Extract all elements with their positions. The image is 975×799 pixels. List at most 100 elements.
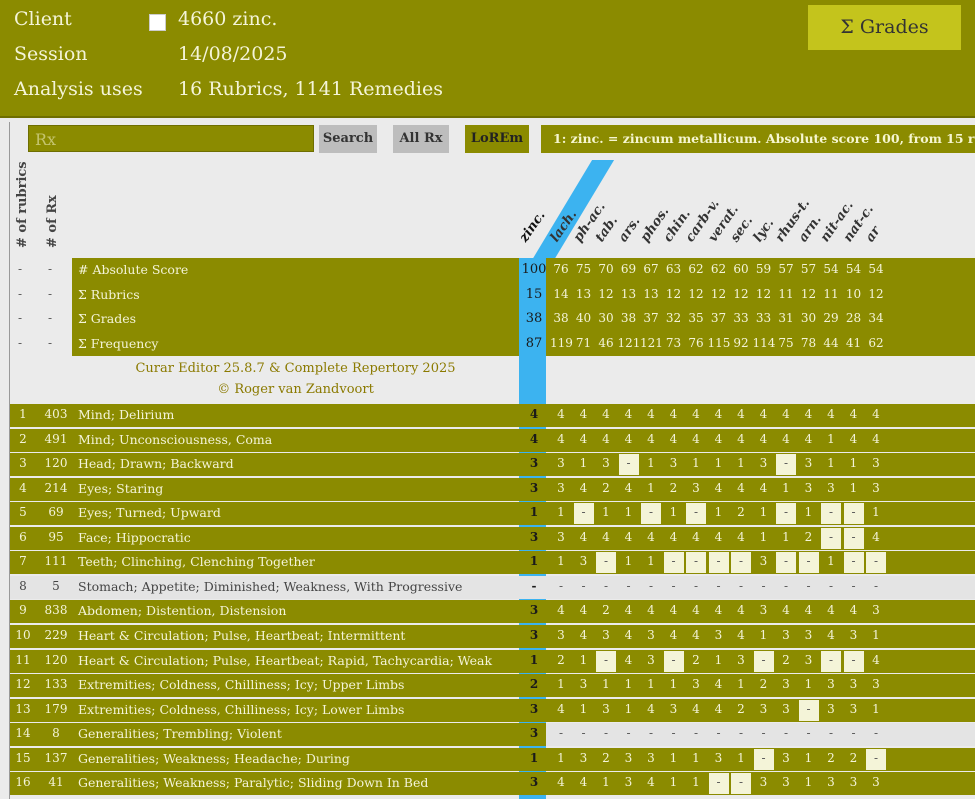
grade-cell: - (716, 775, 721, 790)
row-number: 5 (19, 505, 27, 520)
row-rx-count: 8 (52, 726, 60, 741)
rubric-label[interactable]: Eyes; Turned; Upward (78, 505, 518, 520)
grade-cell: 1 (692, 456, 700, 471)
grade-cell: 4 (872, 431, 880, 446)
summary-value: 62 (688, 262, 704, 276)
grade-cell: 4 (804, 603, 813, 618)
rubric-label[interactable]: Generalities; Weakness; Paralytic; Slidi… (78, 775, 518, 790)
lorem-button[interactable]: LoREm (465, 125, 529, 153)
summary-value: 12 (598, 286, 614, 301)
rubric-label[interactable]: Eyes; Staring (78, 481, 518, 496)
summary-value: 57 (778, 262, 794, 276)
grade-cell: 4 (804, 431, 813, 446)
rubric-label[interactable]: Face; Hippocratic (78, 530, 518, 545)
grade-cell: 3 (669, 701, 678, 716)
summary-value: 12 (688, 286, 704, 301)
rubric-label[interactable]: Generalities; Trembling; Violent (78, 726, 518, 741)
grade-cell: 1 (827, 456, 835, 471)
grade-cell: 1 (669, 775, 678, 790)
grade-cell: - (851, 529, 856, 544)
grade-cell: 4 (872, 652, 880, 667)
zinc-grade: 4 (529, 431, 539, 446)
rubric-label[interactable]: Stomach; Appetite; Diminished; Weakness,… (78, 579, 518, 594)
grade-cell: 4 (647, 603, 655, 618)
grade-cell: 1 (557, 554, 565, 569)
grade-cell: 3 (602, 701, 610, 716)
grade-cell: - (783, 726, 789, 741)
grade-cell: 4 (804, 407, 813, 421)
rubric-label[interactable]: Mind; Delirium (78, 407, 518, 422)
rubric-label[interactable]: Mind; Unconsciousness, Coma (78, 432, 518, 447)
row-rx-count: 179 (44, 701, 68, 716)
summary-value: 12 (800, 286, 817, 301)
grade-cell: 4 (759, 407, 768, 421)
summary-value: 10 (845, 286, 862, 301)
remedy-header[interactable]: ars. (615, 214, 643, 245)
summary-value: 70 (598, 262, 614, 276)
grade-cell: - (693, 554, 699, 569)
rubric-label[interactable]: Extremities; Coldness, Chilliness; Icy; … (78, 702, 518, 717)
grade-cell: 1 (602, 677, 610, 692)
grade-cell: - (693, 726, 699, 741)
grade-cell: 4 (579, 529, 588, 544)
summary-value: 57 (800, 262, 817, 276)
grade-cell: 4 (669, 431, 678, 446)
grade-cell: 1 (737, 456, 745, 471)
grade-cell: 3 (647, 750, 655, 765)
grade-cell: - (603, 726, 609, 741)
grade-cell: 4 (782, 431, 790, 446)
grade-cell: 2 (692, 652, 700, 667)
all-rx-button[interactable]: All Rx (393, 125, 449, 153)
summary-value: 14 (553, 286, 569, 301)
search-button[interactable]: Search (319, 125, 377, 153)
grade-cell: 1 (647, 677, 655, 692)
summary-value: 63 (665, 262, 682, 276)
grade-cell: 1 (669, 750, 678, 765)
grade-cell: 4 (849, 407, 858, 421)
row-number: 15 (15, 750, 31, 765)
grade-cell: 1 (827, 554, 835, 569)
grade-cell: 2 (737, 701, 745, 716)
grade-cell: 1 (579, 456, 588, 471)
summary-value: 38 (553, 311, 569, 325)
rubric-label[interactable]: Heart & Circulation; Pulse, Heartbeat; R… (78, 653, 518, 668)
grade-cell: 1 (827, 431, 835, 446)
grade-cell: 1 (782, 480, 790, 495)
rubric-label[interactable]: Extremities; Coldness, Chilliness; Icy; … (78, 677, 518, 692)
grade-cell: 1 (692, 775, 700, 790)
grade-cell: - (558, 578, 564, 593)
grade-cell: 3 (827, 701, 835, 716)
grade-cell: 3 (692, 677, 700, 692)
rx-search-input[interactable]: Rx (28, 125, 314, 152)
grade-cell: 1 (759, 529, 768, 544)
summary-label: Σ Rubrics (78, 286, 140, 302)
grade-cell: 1 (579, 701, 588, 716)
rubric-label[interactable]: Generalities; Weakness; Headache; During (78, 751, 518, 766)
remedy-header[interactable]: ar (863, 224, 884, 245)
grade-cell: 3 (557, 627, 565, 642)
client-checkbox[interactable] (149, 14, 166, 31)
zinc-grade: 1 (529, 652, 539, 667)
grade-cell: - (783, 554, 789, 569)
grade-cell: 4 (669, 529, 678, 544)
grade-cell: 2 (804, 529, 813, 544)
grade-cell: - (603, 554, 609, 569)
rubric-label[interactable]: Head; Drawn; Backward (78, 456, 518, 471)
rubric-label[interactable]: Teeth; Clinching, Clenching Together (78, 554, 518, 569)
summary-value: 60 (733, 262, 749, 276)
summary-value: 31 (778, 311, 794, 325)
grade-cell: 1 (759, 505, 768, 520)
sum-grades-button[interactable]: Σ Grades (808, 5, 961, 50)
grade-cell: 4 (692, 431, 700, 446)
grade-cell: 3 (602, 627, 610, 642)
grade-cell: - (671, 578, 676, 593)
grade-cell: - (851, 726, 856, 741)
grade-cell: 4 (624, 627, 633, 642)
zinc-grade: 3 (529, 701, 539, 716)
rubric-label[interactable]: Heart & Circulation; Pulse, Heartbeat; I… (78, 628, 518, 643)
rubric-label[interactable]: Abdomen; Distention, Distension (78, 603, 518, 618)
grade-cell: 3 (557, 480, 565, 495)
grade-cell: 4 (624, 652, 633, 667)
grade-cell: 4 (602, 431, 610, 446)
summary-dash: - (48, 335, 53, 350)
